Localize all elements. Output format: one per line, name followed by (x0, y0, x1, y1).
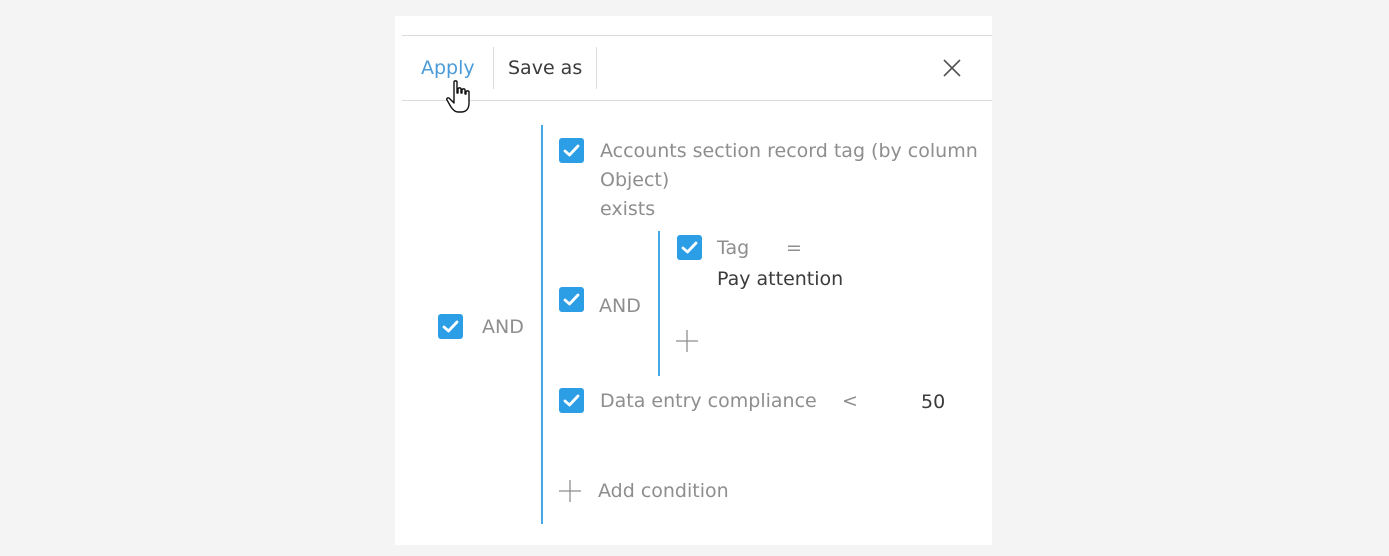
add-condition-button[interactable]: Add condition (598, 480, 729, 502)
condition-column[interactable]: Tag (717, 237, 749, 259)
nested-group-checkbox[interactable] (559, 287, 584, 312)
nested-group-line (658, 231, 660, 376)
toolbar-bottom-divider (402, 100, 992, 101)
condition-operator[interactable]: exists (600, 198, 655, 220)
filter-panel (395, 16, 992, 545)
checkmark-icon (442, 320, 459, 333)
toolbar-separator (493, 47, 494, 89)
apply-button[interactable]: Apply (421, 57, 475, 79)
condition-value[interactable]: Pay attention (717, 268, 843, 290)
condition-column[interactable]: Accounts section record tag (by column (600, 140, 978, 162)
root-group-checkbox[interactable] (438, 314, 463, 339)
condition-checkbox[interactable] (559, 388, 584, 413)
checkmark-icon (681, 241, 698, 254)
plus-icon[interactable] (675, 329, 699, 353)
plus-icon[interactable] (558, 479, 582, 503)
toolbar-separator (596, 47, 597, 89)
condition-column[interactable]: Data entry compliance (600, 390, 817, 412)
condition-column[interactable]: Object) (600, 169, 669, 191)
checkmark-icon (563, 144, 580, 157)
close-icon[interactable] (940, 56, 964, 80)
condition-value[interactable]: 50 (921, 391, 945, 413)
condition-operator[interactable]: < (842, 390, 858, 412)
condition-operator[interactable]: = (786, 237, 802, 259)
root-group-line (541, 125, 543, 524)
condition-checkbox[interactable] (559, 138, 584, 163)
condition-checkbox[interactable] (677, 235, 702, 260)
checkmark-icon (563, 293, 580, 306)
hand-pointer-icon (445, 79, 475, 117)
root-group-operator[interactable]: AND (482, 316, 524, 338)
nested-group-operator[interactable]: AND (599, 295, 641, 317)
save-as-button[interactable]: Save as (508, 57, 582, 79)
checkmark-icon (563, 394, 580, 407)
toolbar-top-divider (402, 35, 992, 36)
